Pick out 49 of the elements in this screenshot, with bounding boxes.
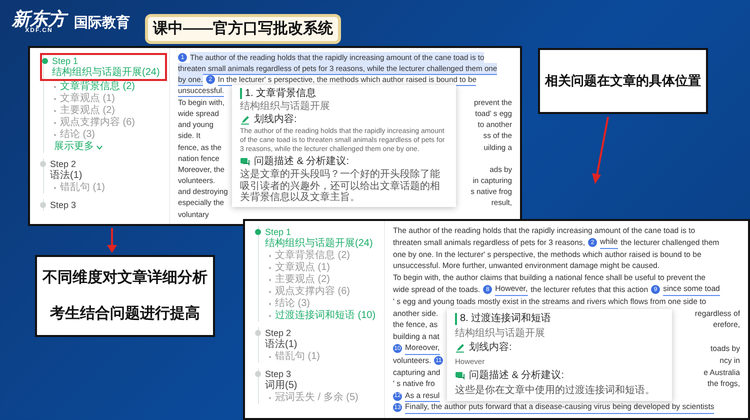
section-label: 划线内容: [469,342,512,354]
issue-category-item[interactable]: 错乱句 (1) [60,182,105,194]
title-banner: 课中——官方口写批改系统 [145,14,341,44]
popover-title: 1. 文章背景信息 [240,88,448,99]
callout-text: 不同维度对文章详细分析 [42,268,208,288]
division-name: 国际教育 [74,12,130,32]
popover-category: 结构组织与话题开展 [455,328,546,339]
step-title[interactable]: Step 1 [265,226,292,238]
pointer-arrow [107,228,117,253]
issue-category-item[interactable]: 文章背景信息 (2) [60,81,135,93]
pencil-icon [455,343,465,353]
issue-category-item[interactable]: 过渡连接词和短语 (10) [275,310,376,322]
advice-text: 这些是你在文章中使用的过渡连接词和短语。 [455,384,656,397]
brand-logo-text: 新东方 [12,10,66,28]
callout-text: 相关问题在文章的具体位置 [545,72,701,90]
step-title[interactable]: Step 2 [50,158,76,170]
step-title[interactable]: Step 3 [50,199,76,211]
show-more-link[interactable]: 展示更多 [52,141,163,153]
issue-category-item[interactable]: 主要观点 (2) [275,274,330,286]
pointer-arrow [592,116,609,184]
issue-category-item[interactable]: 主要观点 (2) [60,105,115,117]
section-label: 问题描述 & 分析建议: [254,156,350,167]
chat-icon [455,370,465,381]
issue-category-item[interactable]: 结论 (3) [275,298,310,310]
step-category[interactable]: 结构组织与话题开展(24) [52,67,160,79]
issue-category-item[interactable]: 错乱句 (1) [275,351,320,363]
issue-category-item[interactable]: 观点支撑内容 (6) [275,286,350,298]
section-label: 划线内容: [254,114,297,125]
popover-title: 8. 过渡连接词和短语 [455,313,664,325]
callout-text: 考生结合问题进行提高 [50,304,200,324]
advice-text: 这是文章的开头段吗？一个好的开头段除了能吸引读者的兴趣外，还可以给出文章话题的相关背景信息以及文章主旨。 [240,169,441,204]
issue-category-item[interactable]: 观点支撑内容 (6) [60,117,135,129]
issue-category-item[interactable]: 结论 (3) [60,129,95,141]
issue-category-item[interactable]: 冠词丢失 / 多余 (5) [275,392,358,404]
chat-icon [240,156,250,166]
issue-category-item[interactable]: 文章观点 (1) [60,93,115,105]
step-category[interactable]: 语法(1) [265,339,298,351]
step-category[interactable]: 结构组织与话题开展(24) [265,238,373,250]
step-category[interactable]: 词用(5) [265,380,298,392]
step-title[interactable]: Step 1 [52,55,78,67]
pencil-icon [240,114,250,124]
popover-category: 结构组织与话题开展 [240,101,331,112]
step-title[interactable]: Step 3 [265,368,292,380]
chevron-icon [96,144,103,150]
section-label: 问题描述 & 分析建议: [469,370,564,382]
issue-category-item[interactable]: 文章观点 (1) [275,262,330,274]
step-category[interactable]: 语法(1) [50,170,82,182]
issue-category-item[interactable]: 文章背景信息 (2) [275,250,350,262]
step-title[interactable]: Step 2 [265,327,292,339]
